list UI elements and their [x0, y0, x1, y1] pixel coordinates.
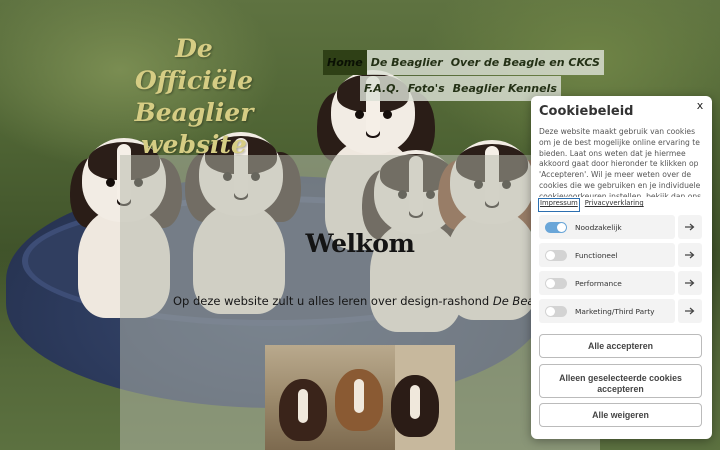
category-label: Marketing/Third Party — [575, 306, 655, 316]
logo-line: De Officiële — [135, 34, 253, 95]
cookie-links: Impressum Privacyverklaring — [538, 198, 704, 212]
cookie-category-functioneel: Functioneel — [539, 243, 704, 267]
logo-line: website — [141, 130, 247, 159]
accept-selected-button[interactable]: Alleen geselecteerde cookies accepteren — [539, 364, 702, 398]
reject-all-button[interactable]: Alle weigeren — [539, 403, 702, 427]
cookie-category-marketing: Marketing/Third Party — [539, 299, 704, 323]
cookie-category-performance: Performance — [539, 271, 704, 295]
category-expand-button[interactable] — [678, 215, 702, 239]
marketing-toggle[interactable] — [545, 305, 567, 317]
nav-item-de-beaglier[interactable]: De Beaglier — [366, 50, 447, 75]
site-logo[interactable]: De Officiële Beaglier website — [118, 33, 270, 161]
nav-item-over-de-beagle[interactable]: Over de Beagle en CKCS — [446, 50, 604, 75]
cookie-category-noodzakelijk: Noodzakelijk — [539, 215, 704, 239]
cookie-description: Deze website maakt gebruik van cookies o… — [539, 127, 702, 197]
intro-text: Op deze website zult u alles leren over … — [173, 294, 533, 312]
accept-all-button[interactable]: Alle accepteren — [539, 334, 702, 358]
performance-toggle[interactable] — [545, 277, 567, 289]
close-icon[interactable]: x — [694, 99, 706, 113]
category-label: Noodzakelijk — [575, 222, 622, 232]
category-label: Performance — [575, 278, 622, 288]
category-expand-button[interactable] — [678, 243, 702, 267]
arrow-right-icon — [685, 223, 695, 231]
arrow-right-icon — [685, 279, 695, 287]
functioneel-toggle[interactable] — [545, 249, 567, 261]
noodzakelijk-toggle[interactable] — [545, 221, 567, 233]
category-expand-button[interactable] — [678, 271, 702, 295]
intro-prefix: Op deze website zult u alles leren over … — [173, 294, 493, 308]
impressum-link[interactable]: Impressum — [538, 198, 580, 212]
category-label: Functioneel — [575, 250, 618, 260]
logo-line: Beaglier — [134, 98, 254, 127]
category-expand-button[interactable] — [678, 299, 702, 323]
intro-emphasis: De Beaglier — [492, 294, 533, 308]
page-title: Welkom — [305, 229, 415, 258]
nav-item-fotos[interactable]: Foto's — [403, 76, 449, 101]
privacy-link[interactable]: Privacyverklaring — [585, 199, 644, 211]
beaglier-photo — [265, 345, 455, 450]
arrow-right-icon — [685, 307, 695, 315]
cookie-banner: Cookiebeleid x Deze website maakt gebrui… — [531, 96, 712, 439]
main-navigation: Home De Beaglier Over de Beagle en CKCS … — [323, 50, 604, 101]
cookie-title: Cookiebeleid — [539, 104, 634, 119]
nav-item-faq[interactable]: F.A.Q. — [360, 76, 404, 101]
nav-item-home[interactable]: Home — [323, 50, 367, 75]
arrow-right-icon — [685, 251, 695, 259]
